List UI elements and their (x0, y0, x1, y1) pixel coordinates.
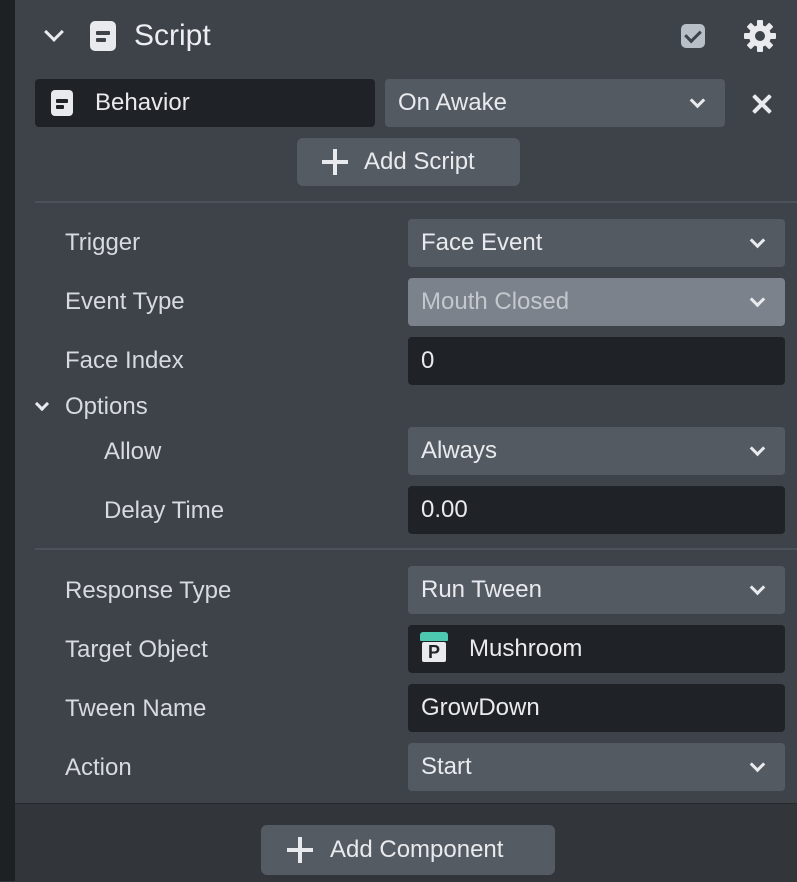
chevron-down-icon (749, 756, 766, 773)
response-type-dropdown[interactable]: Run Tween (408, 566, 785, 614)
target-object-label: Target Object (65, 636, 208, 663)
inspector-frame: Script Behavior On Awake Add Script Trig… (0, 0, 797, 882)
event-type-value: Mouth Closed (421, 288, 570, 315)
action-label: Action (65, 754, 132, 781)
component-title: Script (134, 19, 211, 52)
allow-value: Always (421, 437, 498, 464)
add-script-button[interactable]: Add Script (297, 138, 520, 186)
target-object-value: Mushroom (469, 635, 583, 662)
add-component-label: Add Component (330, 836, 504, 863)
divider (35, 201, 797, 203)
options-chevron-down-icon[interactable] (34, 396, 50, 412)
options-label[interactable]: Options (65, 393, 148, 421)
target-object-field[interactable]: P Mushroom (408, 625, 785, 673)
chevron-down-icon (749, 232, 766, 249)
allow-label: Allow (104, 438, 162, 465)
face-index-value: 0 (421, 347, 435, 374)
add-script-label: Add Script (364, 148, 475, 175)
action-dropdown[interactable]: Start (408, 743, 785, 791)
plus-icon (322, 149, 348, 175)
script-icon (90, 21, 116, 51)
delay-time-value: 0.00 (421, 496, 468, 523)
collapse-chevron-down-icon[interactable] (44, 22, 64, 42)
trigger-dropdown[interactable]: Face Event (408, 219, 785, 267)
delay-time-label: Delay Time (104, 497, 225, 524)
event-dropdown-value: On Awake (398, 89, 507, 116)
trigger-label: Trigger (65, 229, 141, 256)
face-index-input[interactable]: 0 (408, 337, 785, 385)
tween-name-input[interactable]: GrowDown (408, 684, 785, 732)
action-value: Start (421, 753, 472, 780)
add-component-button[interactable]: Add Component (261, 825, 555, 875)
gear-icon[interactable] (743, 19, 777, 53)
chevron-down-icon (689, 92, 706, 109)
divider (35, 548, 797, 550)
response-type-value: Run Tween (421, 576, 542, 603)
plus-icon (287, 837, 313, 863)
prefab-icon: P (420, 632, 448, 662)
inspector-footer: Add Component (15, 803, 797, 882)
event-type-label: Event Type (65, 288, 185, 315)
response-type-label: Response Type (65, 577, 232, 604)
trigger-value: Face Event (421, 229, 543, 256)
event-type-dropdown[interactable]: Mouth Closed (408, 278, 785, 326)
tween-name-value: GrowDown (421, 694, 540, 721)
tween-name-label: Tween Name (65, 695, 207, 722)
script-asset-field[interactable]: Behavior (35, 79, 375, 127)
chevron-down-icon (749, 291, 766, 308)
face-index-label: Face Index (65, 347, 184, 374)
script-asset-name: Behavior (95, 89, 190, 116)
enabled-checkbox[interactable] (681, 24, 705, 48)
prefab-icon-letter: P (422, 642, 446, 662)
allow-dropdown[interactable]: Always (408, 427, 785, 475)
left-edge (0, 0, 15, 881)
script-icon (51, 90, 73, 116)
chevron-down-icon (749, 440, 766, 457)
script-component-panel: Script Behavior On Awake Add Script Trig… (15, 0, 797, 803)
delay-time-input[interactable]: 0.00 (408, 486, 785, 534)
close-icon[interactable] (751, 93, 773, 115)
event-dropdown[interactable]: On Awake (385, 79, 725, 127)
chevron-down-icon (749, 579, 766, 596)
